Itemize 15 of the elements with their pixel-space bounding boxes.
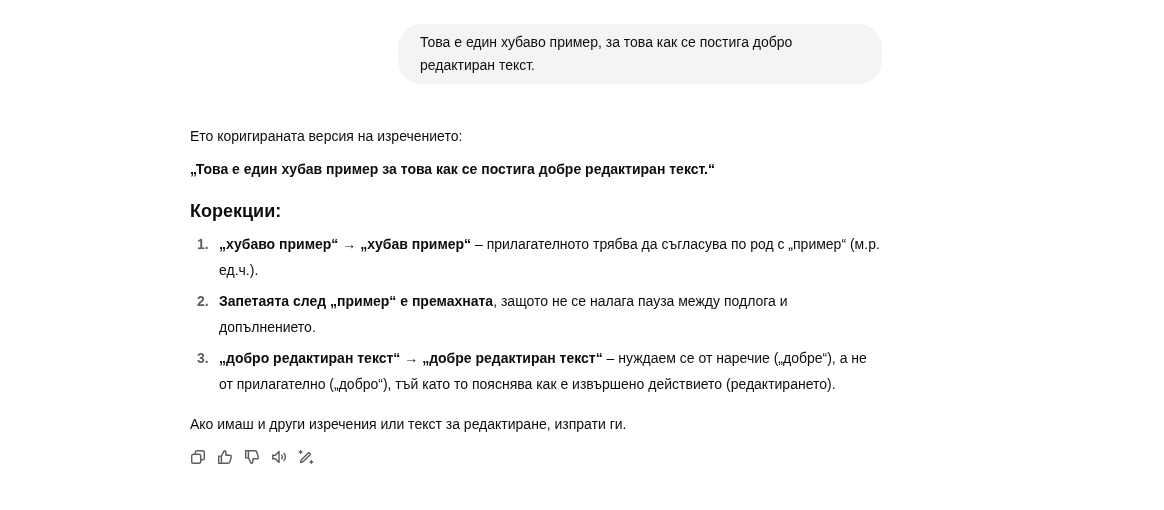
copy-icon[interactable] bbox=[188, 447, 208, 467]
correction-text: Запетаята след „пример“ е премахната, защото не се налага пауза между подлога и допълнението. bbox=[219, 292, 789, 337]
thumbs-down-icon[interactable] bbox=[242, 447, 262, 467]
correction-text: „хубаво пример“ → „хубав пример“ – прилагателното трябва да съгласува по род с „пример“ (м.р. ед.ч.). bbox=[219, 235, 881, 280]
list-number: 1. bbox=[196, 235, 210, 254]
thumbs-up-icon[interactable] bbox=[215, 447, 235, 467]
corrected-sentence: „Това е един хубав пример за това как се постига добре редактиран текст.“ bbox=[190, 160, 716, 179]
pencil-icon[interactable] bbox=[296, 447, 316, 467]
section-heading: Корекции: bbox=[190, 200, 283, 223]
list-number: 3. bbox=[196, 349, 210, 368]
reply-text: Ето коригираната версия на изречението: bbox=[190, 127, 464, 146]
correction-text: „добро редактиран текст“ → „добре редактиран текст“ – нуждаем се от наречие („добре“), а не от прилагателно („добро“), тъй като то пояснява как е извършено действието (редактирането). bbox=[219, 349, 868, 394]
user-message: Това е един хубаво пример, за това как се постига добро редактиран текст. bbox=[398, 24, 882, 84]
list-number: 2. bbox=[196, 292, 210, 311]
reply-text: Ако имаш и други изречения или текст за редактиране, изпрати ги. bbox=[190, 415, 628, 434]
